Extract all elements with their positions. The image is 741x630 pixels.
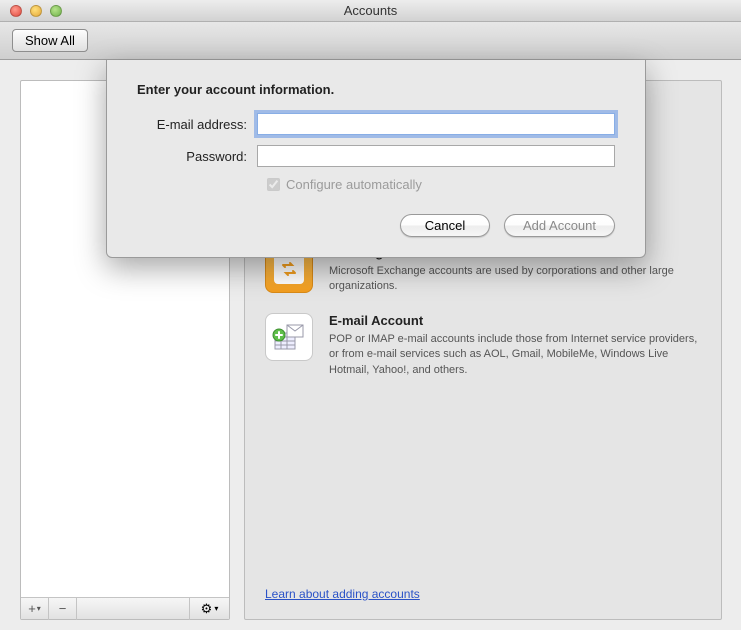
show-all-button[interactable]: Show All <box>12 29 88 52</box>
mail-calendar-icon <box>269 317 309 357</box>
cancel-button[interactable]: Cancel <box>400 214 490 237</box>
email-desc: POP or IMAP e-mail accounts include thos… <box>329 332 701 378</box>
close-window-button[interactable] <box>10 5 22 17</box>
remove-account-button[interactable]: − <box>49 598 77 620</box>
account-actions-button[interactable]: ⚙▾ <box>189 598 229 620</box>
sheet-buttons: Cancel Add Account <box>137 214 615 237</box>
minus-icon: − <box>59 601 67 616</box>
window-title: Accounts <box>0 3 741 18</box>
learn-link[interactable]: Learn about adding accounts <box>265 587 420 601</box>
arrows-exchange-icon <box>279 259 299 279</box>
email-account-row[interactable]: E-mail Account POP or IMAP e-mail accoun… <box>265 313 701 378</box>
traffic-lights <box>0 5 62 17</box>
chevron-down-icon: ▾ <box>37 604 41 613</box>
plus-icon: + <box>28 601 36 616</box>
add-account-button[interactable]: Add Account <box>504 214 615 237</box>
sidebar-footer: +▾ − ⚙▾ <box>21 597 229 619</box>
account-info-sheet: Enter your account information. E-mail a… <box>106 60 646 258</box>
exchange-desc: Microsoft Exchange accounts are used by … <box>329 264 701 295</box>
minimize-window-button[interactable] <box>30 5 42 17</box>
chevron-down-icon: ▾ <box>214 604 218 613</box>
accounts-window: Accounts Show All +▾ − ⚙▾ To get started… <box>0 0 741 630</box>
gear-icon: ⚙ <box>201 601 213 617</box>
password-label: Password: <box>137 149 257 164</box>
email-input[interactable] <box>257 113 615 135</box>
add-account-button[interactable]: +▾ <box>21 598 49 620</box>
email-row: E-mail address: <box>137 113 615 135</box>
configure-label: Configure automatically <box>286 177 422 192</box>
password-row: Password: <box>137 145 615 167</box>
sheet-heading: Enter your account information. <box>137 82 615 97</box>
email-label: E-mail address: <box>137 117 257 132</box>
zoom-window-button[interactable] <box>50 5 62 17</box>
titlebar: Accounts <box>0 0 741 22</box>
email-icon <box>265 313 313 361</box>
password-input[interactable] <box>257 145 615 167</box>
configure-row: Configure automatically <box>267 177 615 192</box>
configure-checkbox[interactable] <box>267 178 280 191</box>
toolbar: Show All <box>0 22 741 60</box>
email-title: E-mail Account <box>329 313 701 328</box>
